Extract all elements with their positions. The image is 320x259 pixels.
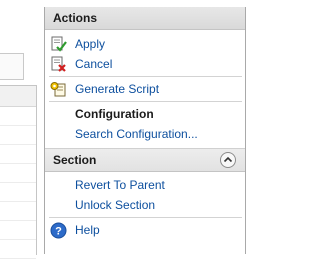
left-toolbar [0, 53, 24, 80]
generate-script-label: Generate Script [75, 82, 160, 96]
help-icon: ? [50, 222, 67, 239]
grid-row [0, 145, 36, 164]
unlock-section-label: Unlock Section [75, 198, 156, 212]
apply-label: Apply [75, 37, 106, 51]
generate-script-action[interactable]: Generate Script [45, 79, 245, 99]
divider [49, 217, 242, 218]
actions-title: Actions [53, 11, 98, 25]
search-configuration-action[interactable]: Search Configuration... [45, 124, 245, 144]
actions-pane: Actions Apply Cancel Generate Script Con… [44, 7, 246, 254]
apply-action[interactable]: Apply [45, 34, 245, 54]
divider [49, 76, 242, 77]
left-content-pane [0, 0, 37, 259]
grid-row [0, 107, 36, 126]
grid-row [0, 202, 36, 221]
cancel-x-icon [51, 56, 66, 72]
revert-to-parent-label: Revert To Parent [75, 178, 165, 192]
grid-row [0, 240, 36, 259]
revert-to-parent-action[interactable]: Revert To Parent [45, 175, 245, 195]
unlock-section-action[interactable]: Unlock Section [45, 195, 245, 215]
generate-script-icon [50, 82, 66, 97]
divider [49, 101, 242, 102]
grid-header [0, 86, 36, 107]
grid-row [0, 126, 36, 145]
grid-row [0, 183, 36, 202]
section-title: Section [53, 153, 97, 167]
cancel-action[interactable]: Cancel [45, 54, 245, 74]
search-configuration-label: Search Configuration... [75, 127, 198, 141]
cancel-label: Cancel [75, 57, 113, 71]
help-label: Help [75, 223, 100, 237]
left-grid [0, 85, 37, 259]
grid-row [0, 221, 36, 240]
section-header: Section [45, 148, 245, 172]
grid-row [0, 164, 36, 183]
svg-text:?: ? [55, 226, 62, 238]
chevron-up-icon[interactable] [220, 152, 236, 168]
apply-checkmark-icon [51, 36, 67, 52]
help-action[interactable]: ? Help [45, 220, 245, 240]
actions-header: Actions [45, 7, 245, 30]
configuration-heading: Configuration [75, 107, 154, 121]
